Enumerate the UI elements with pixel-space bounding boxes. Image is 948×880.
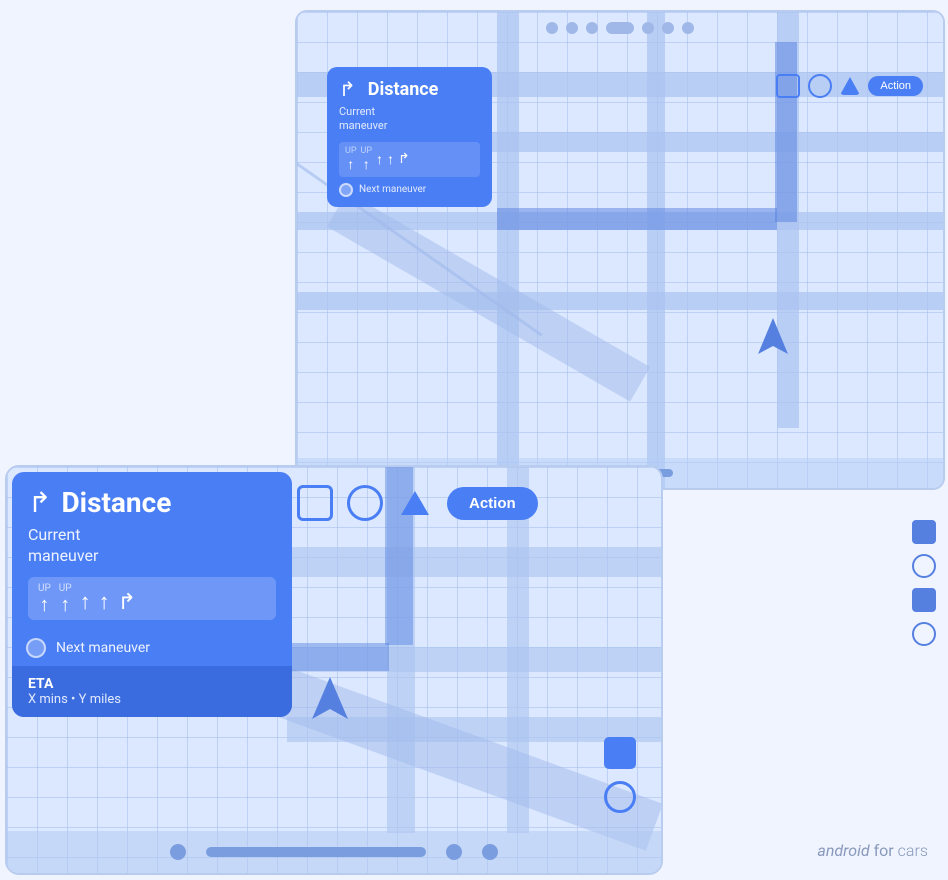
- bottom-dot: [446, 844, 462, 860]
- road: [297, 292, 943, 310]
- watermark-cars: cars: [898, 841, 928, 860]
- bottom-pill: [206, 847, 426, 857]
- distance-title: Distance: [368, 79, 439, 100]
- watermark-for: for: [870, 841, 898, 860]
- top-dot: [586, 22, 598, 34]
- bottom-dot: [170, 844, 186, 860]
- large-screen: Action ↱ Distance Currentmaneuver UP ↑ U…: [5, 465, 663, 875]
- large-bottom-bar: [7, 831, 661, 873]
- next-maneuver-row: Next maneuver: [12, 630, 292, 666]
- distance-title: Distance: [61, 486, 171, 519]
- nav-header: ↱ Distance: [28, 486, 276, 519]
- square-icon: [912, 588, 936, 612]
- small-nav-card: ↱ Distance Currentmaneuver UP ↑ UP ↑ ↑ ↑…: [327, 67, 492, 207]
- action-button[interactable]: Action: [447, 487, 538, 520]
- road: [497, 12, 519, 488]
- triangle-icon: [401, 491, 429, 515]
- turn-icon: ↱: [28, 486, 51, 519]
- road: [287, 547, 661, 577]
- bottom-dot: [482, 844, 498, 860]
- route-segment: [287, 643, 389, 671]
- maneuver-label: Currentmaneuver: [28, 525, 276, 567]
- triangle-button[interactable]: [840, 77, 860, 95]
- location-arrow: [758, 318, 788, 358]
- top-dot: [566, 22, 578, 34]
- top-dot: [682, 22, 694, 34]
- small-action-bar[interactable]: Action: [776, 74, 923, 98]
- action-button[interactable]: Action: [868, 76, 923, 96]
- large-nav-card: ↱ Distance Currentmaneuver UP ↑ UP ↑ ↑ ↑…: [12, 472, 292, 717]
- triangle-button[interactable]: [397, 485, 433, 521]
- road: [647, 12, 665, 488]
- circle-icon: [604, 781, 636, 813]
- circle-button[interactable]: [347, 485, 383, 521]
- watermark: android for cars: [817, 841, 928, 860]
- eta-details: X mins • Y miles: [28, 692, 276, 707]
- top-dot: [546, 22, 558, 34]
- next-maneuver-icon: [26, 638, 46, 658]
- right-standalone-icons: [912, 520, 936, 646]
- small-map: ↱ Distance Currentmaneuver UP ↑ UP ↑ ↑ ↑…: [297, 12, 943, 488]
- circle-button[interactable]: [808, 74, 832, 98]
- square-icon: [604, 737, 636, 769]
- square-button[interactable]: [297, 485, 333, 521]
- top-pill: [606, 22, 634, 34]
- large-action-bar[interactable]: Action: [297, 485, 538, 521]
- route-segment: [497, 208, 777, 230]
- watermark-android: android: [817, 841, 869, 860]
- large-map: Action ↱ Distance Currentmaneuver UP ↑ U…: [7, 467, 661, 873]
- square-button[interactable]: [776, 74, 800, 98]
- top-dot: [662, 22, 674, 34]
- small-next-maneuver: Next maneuver: [339, 183, 480, 197]
- circle-icon: [912, 554, 936, 578]
- next-maneuver-icon: [339, 183, 353, 197]
- turn-icon: ↱: [339, 77, 356, 101]
- eta-title: ETA: [28, 676, 276, 692]
- maneuver-label: Currentmaneuver: [339, 105, 480, 134]
- nav-top-section: ↱ Distance Currentmaneuver UP ↑ UP ↑ ↑ ↑…: [12, 472, 292, 630]
- top-dot: [642, 22, 654, 34]
- square-icon: [912, 520, 936, 544]
- route-segment: [775, 42, 797, 222]
- next-maneuver-label: Next maneuver: [359, 184, 426, 195]
- small-top-dots: [297, 22, 943, 34]
- large-br-icons: [604, 737, 636, 813]
- small-lanes: UP ↑ UP ↑ ↑ ↑ ↱: [339, 142, 480, 177]
- large-lanes: UP ↑ UP ↑ ↑ ↑ ↱: [28, 577, 276, 620]
- eta-section: ETA X mins • Y miles: [12, 666, 292, 717]
- small-screen: ↱ Distance Currentmaneuver UP ↑ UP ↑ ↑ ↑…: [295, 10, 945, 490]
- circle-icon: [912, 622, 936, 646]
- next-maneuver-label: Next maneuver: [56, 640, 150, 656]
- location-arrow: [312, 677, 348, 723]
